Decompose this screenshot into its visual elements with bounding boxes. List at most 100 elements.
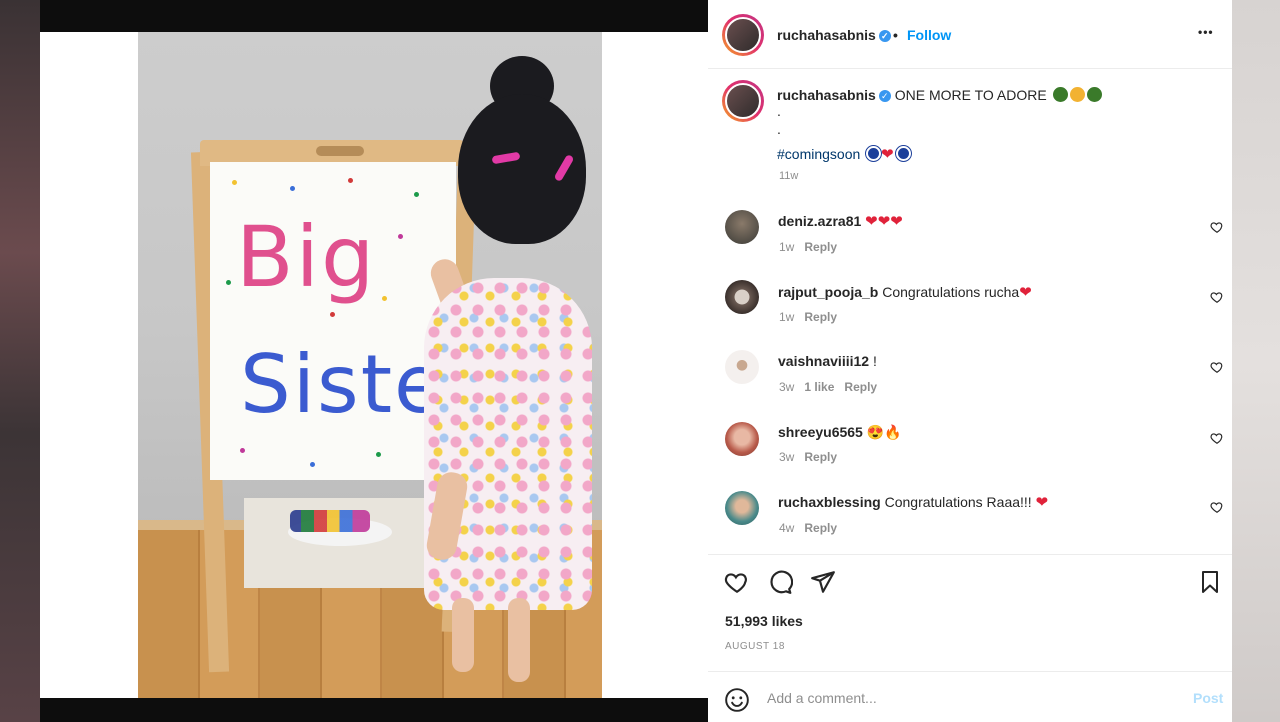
comment-emoji: ❤ — [1019, 284, 1032, 301]
like-comment-heart-icon[interactable] — [1210, 500, 1224, 514]
hashtag-link[interactable]: #comingsoon — [777, 146, 860, 162]
add-comment-input[interactable]: Add a comment... — [767, 690, 877, 706]
confetti-dot — [348, 178, 353, 183]
comment-meta: 1w Reply — [779, 310, 837, 324]
comment-row: vaishnaviiii12 ! — [778, 353, 877, 369]
media-bottom-bar — [40, 698, 708, 722]
post-media[interactable]: Big Sister — [40, 32, 708, 698]
like-comment-heart-icon[interactable] — [1210, 290, 1224, 304]
caption-username[interactable]: ruchahasabnis — [777, 87, 876, 103]
comment-emoji: 😍🔥 — [866, 424, 902, 440]
background-right — [1232, 0, 1280, 722]
like-comment-heart-icon[interactable] — [1210, 431, 1224, 445]
board-text-big: Big — [236, 208, 377, 306]
comment-row: shreeyu6565 😍🔥 — [778, 424, 902, 441]
likes-count[interactable]: 51,993 likes — [725, 613, 803, 629]
easel-handle — [316, 146, 364, 156]
commenter-avatar[interactable] — [725, 350, 759, 384]
emoji-picker-icon[interactable] — [724, 687, 750, 713]
comment-like-count[interactable]: 1 like — [804, 380, 834, 394]
reply-button[interactable]: Reply — [804, 450, 837, 464]
header-username-text[interactable]: ruchahasabnis — [777, 27, 876, 43]
comment-meta: 3w 1 like Reply — [779, 380, 877, 394]
commenter-avatar[interactable] — [725, 280, 759, 314]
confetti-dot — [398, 234, 403, 239]
background-left — [0, 0, 40, 722]
caption-dot-1: . — [777, 103, 781, 119]
caption-avatar[interactable] — [722, 80, 764, 122]
comment-text: ! — [872, 353, 877, 369]
comment-time: 3w — [779, 450, 795, 464]
child-leg — [452, 598, 474, 672]
commenter-avatar[interactable] — [725, 491, 759, 525]
reply-button[interactable]: Reply — [804, 521, 837, 535]
confetti-dot — [376, 452, 381, 457]
reply-button[interactable]: Reply — [804, 240, 837, 254]
save-bookmark-icon[interactable] — [1198, 569, 1222, 595]
comment-username[interactable]: shreeyu6565 — [778, 424, 863, 440]
evil-eye-emoji-icon — [895, 146, 911, 161]
comment-row: rajput_pooja_b Congratulations rucha❤ — [778, 283, 1032, 301]
easel-board: Big Sister — [210, 162, 478, 480]
evil-eye-emoji-icon — [866, 146, 882, 161]
post-header-username[interactable]: ruchahasabnis ✓ — [777, 27, 891, 43]
confetti-dot — [382, 296, 387, 301]
caption-hashtag-line: #comingsoon ❤ — [777, 145, 911, 163]
reply-button[interactable]: Reply — [804, 310, 837, 324]
red-heart-emoji-icon: ❤ — [881, 146, 894, 163]
comment-text: Congratulations rucha — [882, 284, 1020, 300]
avatar-image — [725, 83, 761, 119]
comment-box-divider — [708, 671, 1232, 672]
confetti-dot — [240, 448, 245, 453]
verified-badge-icon: ✓ — [878, 90, 891, 103]
comment-username[interactable]: deniz.azra81 — [778, 213, 861, 229]
commenter-avatar[interactable] — [725, 422, 759, 456]
share-paper-plane-icon[interactable] — [810, 569, 836, 595]
comment-time: 3w — [779, 380, 795, 394]
child-dress — [424, 278, 592, 610]
paint-pots — [290, 510, 370, 532]
comment-username[interactable]: vaishnaviiii12 — [778, 353, 869, 369]
post-photo: Big Sister — [138, 32, 602, 698]
reply-button[interactable]: Reply — [844, 380, 877, 394]
header-separator: • — [893, 27, 898, 43]
confetti-dot — [330, 312, 335, 317]
comment-meta: 1w Reply — [779, 240, 837, 254]
sparkle-emoji-icon — [1052, 87, 1068, 102]
sparkle-emoji-icon — [1086, 87, 1102, 102]
post-date: AUGUST 18 — [725, 641, 785, 652]
caption-text: ONE MORE TO ADORE — [894, 87, 1047, 103]
caption-line: ruchahasabnis ✓ ONE MORE TO ADORE — [777, 87, 1102, 103]
confetti-dot — [290, 186, 295, 191]
comment-emoji: ❤❤❤ — [865, 213, 903, 230]
comment-emoji: ❤ — [1035, 494, 1049, 511]
like-comment-heart-icon[interactable] — [1210, 360, 1224, 374]
comment-username[interactable]: rajput_pooja_b — [778, 284, 878, 300]
like-comment-heart-icon[interactable] — [1210, 220, 1224, 234]
comment-row: ruchaxblessing Congratulations Raaa!!! ❤ — [778, 493, 1048, 511]
smiling-hearts-emoji-icon — [1069, 87, 1085, 102]
caption-dot-2: . — [777, 121, 781, 137]
comment-row: deniz.azra81 ❤❤❤ — [778, 212, 903, 230]
like-heart-icon[interactable] — [724, 569, 750, 595]
avatar-image — [725, 17, 761, 53]
commenter-avatar[interactable] — [725, 210, 759, 244]
comment-bubble-icon[interactable] — [767, 569, 793, 595]
confetti-dot — [414, 192, 419, 197]
confetti-dot — [226, 280, 231, 285]
follow-button[interactable]: Follow — [907, 27, 951, 43]
media-top-bar — [40, 0, 708, 32]
author-avatar[interactable] — [722, 14, 764, 56]
comment-text: Congratulations Raaa!!! — [884, 494, 1032, 510]
comment-time: 1w — [779, 310, 795, 324]
comment-username[interactable]: ruchaxblessing — [778, 494, 881, 510]
comment-meta: 3w Reply — [779, 450, 837, 464]
comment-meta: 4w Reply — [779, 521, 837, 535]
confetti-dot — [310, 462, 315, 467]
actions-divider — [708, 554, 1232, 555]
header-divider — [708, 68, 1232, 69]
more-options-icon[interactable]: ••• — [1198, 25, 1214, 39]
child-leg — [508, 598, 530, 682]
post-comment-button[interactable]: Post — [1193, 690, 1223, 706]
comment-time: 4w — [779, 521, 795, 535]
